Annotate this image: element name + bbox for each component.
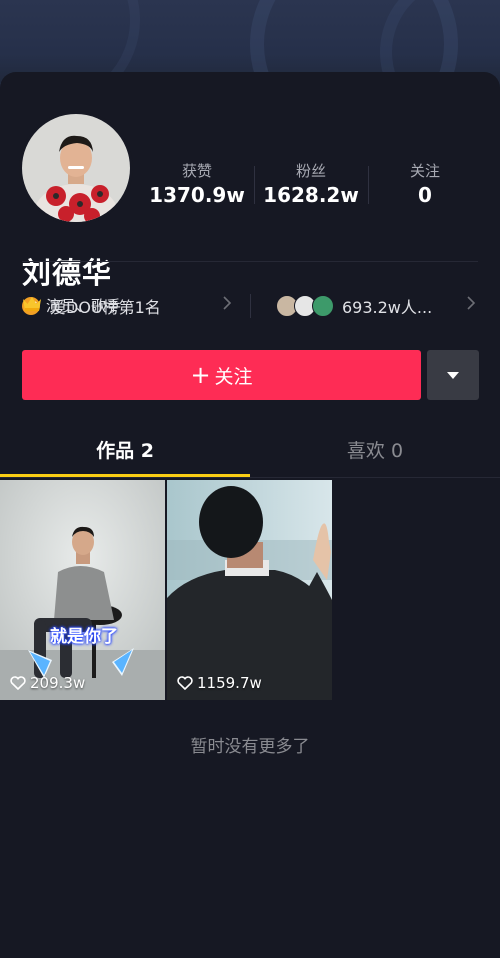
stat-likes[interactable]: 获赞 1370.9w — [140, 160, 254, 212]
heart-icon — [10, 676, 26, 690]
stat-following[interactable]: 关注 0 — [368, 160, 482, 212]
heart-icon — [177, 676, 193, 690]
stat-value: 1628.2w — [263, 183, 359, 207]
chevron-right-icon — [467, 296, 476, 310]
stat-label: 关注 — [409, 162, 440, 180]
fans-group-link[interactable]: 693.2w人... — [276, 294, 432, 318]
stat-value: 0 — [418, 183, 432, 207]
stat-value: 1370.9w — [149, 183, 245, 207]
video-likes: 1159.7w — [177, 674, 262, 692]
profile-name: 刘德华 — [22, 256, 113, 290]
follow-label: 关注 — [214, 365, 253, 388]
video-thumbnail[interactable]: 就是你了 209.3w — [0, 480, 165, 700]
avatar[interactable] — [22, 114, 130, 222]
video-caption: 就是你了 — [50, 627, 118, 647]
stat-label: 粉丝 — [295, 162, 326, 180]
likes-count: 209.3w — [30, 674, 86, 692]
info-row: 爱DOU榜第1名 693.2w人... — [0, 290, 500, 322]
video-thumbnail[interactable]: 1159.7w — [167, 480, 332, 700]
crown-icon — [22, 296, 42, 316]
follow-button[interactable]: + 关注 — [22, 350, 421, 400]
more-dropdown-button[interactable] — [427, 350, 479, 400]
divider — [22, 261, 478, 262]
likes-count: 1159.7w — [197, 674, 262, 692]
rank-link[interactable]: 爱DOU榜第1名 — [22, 294, 161, 318]
fan-avatar — [312, 295, 334, 317]
stat-fans[interactable]: 粉丝 1628.2w — [254, 160, 368, 212]
fans-text: 693.2w人... — [342, 298, 433, 317]
stat-label: 获赞 — [181, 162, 212, 180]
no-more-text: 暂时没有更多了 — [190, 737, 310, 757]
profile-tabs: 作品 2 喜欢 0 — [0, 434, 500, 478]
tab-likes[interactable]: 喜欢 0 — [250, 434, 500, 468]
tab-works[interactable]: 作品 2 — [0, 434, 250, 468]
caret-down-icon — [447, 371, 459, 379]
profile-stats: 获赞 1370.9w 粉丝 1628.2w 关注 0 — [140, 160, 500, 212]
plus-icon: + — [190, 361, 211, 389]
video-likes: 209.3w — [10, 674, 85, 692]
chevron-right-icon — [223, 296, 232, 310]
info-separator — [250, 294, 251, 318]
rank-text: 爱DOU榜第1名 — [50, 298, 161, 317]
tabs-divider — [0, 477, 500, 478]
